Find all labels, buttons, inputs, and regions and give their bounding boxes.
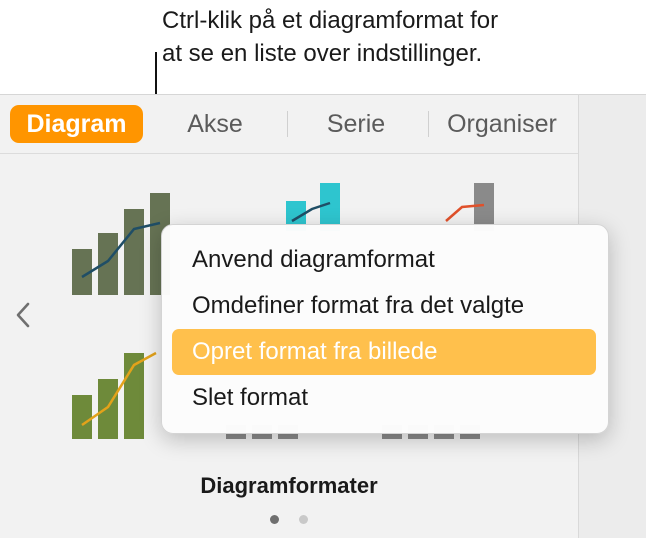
tab-diagram[interactable]: Diagram <box>10 105 143 143</box>
tab-organiser[interactable]: Organiser <box>432 105 572 143</box>
tab-serie[interactable]: Serie <box>296 105 416 143</box>
chevron-left-icon[interactable] <box>14 301 32 335</box>
callout-line-2: at se en liste over indstillinger. <box>162 40 483 67</box>
menu-item-apply-format[interactable]: Anvend diagramformat <box>172 237 596 283</box>
context-menu: Anvend diagramformat Omdefiner format fr… <box>161 224 609 434</box>
callout-text: Ctrl-klik på et diagramformat for at se … <box>162 4 632 70</box>
tab-separator <box>287 111 288 137</box>
page-indicator-dot-active[interactable] <box>270 515 279 524</box>
page-indicator-dot[interactable] <box>299 515 308 524</box>
chart-style-thumbnail[interactable] <box>66 339 166 439</box>
tab-bar: Diagram Akse Serie Organiser <box>0 95 578 154</box>
tab-akse[interactable]: Akse <box>165 105 265 143</box>
tab-separator <box>428 111 429 137</box>
menu-item-delete-format[interactable]: Slet format <box>172 375 596 421</box>
section-title: Diagramformater <box>200 473 378 498</box>
callout-line-1: Ctrl-klik på et diagramformat for <box>162 7 499 34</box>
menu-item-create-format-from-image[interactable]: Opret format fra billede <box>172 329 596 375</box>
menu-item-redefine-format[interactable]: Omdefiner format fra det valgte <box>172 283 596 329</box>
